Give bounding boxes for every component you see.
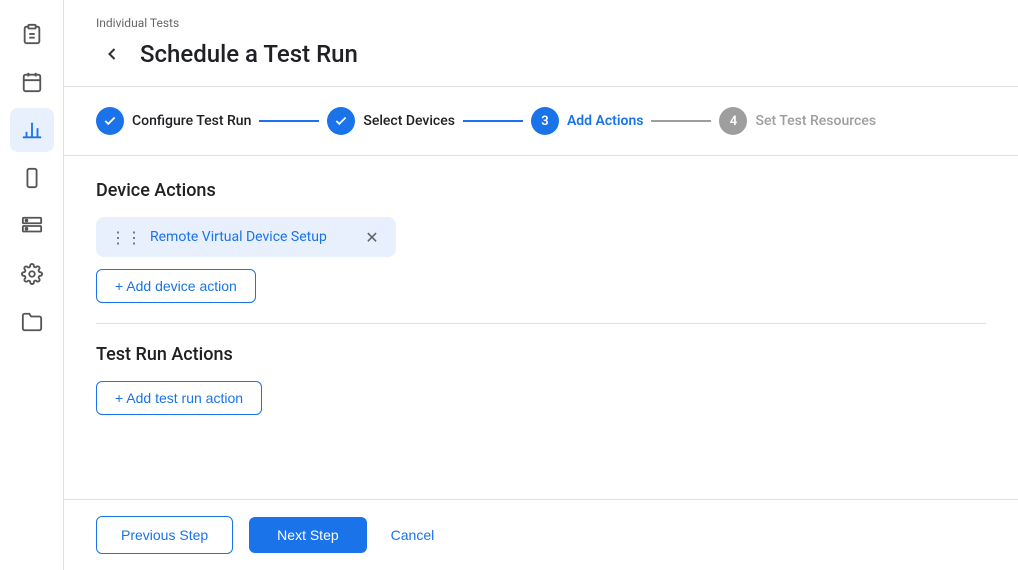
previous-step-button[interactable]: Previous Step bbox=[96, 516, 233, 554]
connector-3 bbox=[651, 120, 711, 122]
step-circle-set-test-resources: 4 bbox=[719, 107, 747, 135]
footer: Previous Step Next Step Cancel bbox=[64, 499, 1018, 570]
connector-2 bbox=[463, 120, 523, 122]
connector-1 bbox=[259, 120, 319, 122]
step-circle-configure bbox=[96, 107, 124, 135]
device-action-chip: ⋮⋮ Remote Virtual Device Setup ✕ bbox=[96, 217, 396, 257]
step-configure: Configure Test Run bbox=[96, 107, 251, 135]
section-divider bbox=[96, 323, 986, 324]
step-select-devices: Select Devices bbox=[327, 107, 455, 135]
device-actions-section: Device Actions ⋮⋮ Remote Virtual Device … bbox=[96, 180, 986, 311]
step-number-set-test-resources: 4 bbox=[730, 114, 737, 129]
sidebar-item-clipboard[interactable] bbox=[10, 12, 54, 56]
sidebar-item-server[interactable] bbox=[10, 204, 54, 248]
test-run-actions-title: Test Run Actions bbox=[96, 344, 986, 365]
drag-handle-icon[interactable]: ⋮⋮ bbox=[110, 228, 142, 247]
test-run-actions-section: Test Run Actions + Add test run action bbox=[96, 344, 986, 423]
step-set-test-resources: 4 Set Test Resources bbox=[719, 107, 876, 135]
device-actions-title: Device Actions bbox=[96, 180, 986, 201]
sidebar-item-folder[interactable] bbox=[10, 300, 54, 344]
sidebar bbox=[0, 0, 64, 570]
main-content: Individual Tests Schedule a Test Run Con… bbox=[64, 0, 1018, 570]
header: Individual Tests Schedule a Test Run bbox=[64, 0, 1018, 87]
step-label-select-devices: Select Devices bbox=[363, 113, 455, 129]
step-circle-add-actions: 3 bbox=[531, 107, 559, 135]
stepper: Configure Test Run Select Devices 3 Add … bbox=[64, 87, 1018, 156]
back-button[interactable] bbox=[96, 38, 128, 70]
content-area: Device Actions ⋮⋮ Remote Virtual Device … bbox=[64, 156, 1018, 499]
sidebar-item-phone[interactable] bbox=[10, 156, 54, 200]
step-label-configure: Configure Test Run bbox=[132, 113, 251, 129]
step-number-add-actions: 3 bbox=[541, 114, 548, 129]
breadcrumb: Individual Tests bbox=[96, 16, 986, 30]
add-device-action-button[interactable]: + Add device action bbox=[96, 269, 256, 303]
step-circle-select-devices bbox=[327, 107, 355, 135]
sidebar-item-settings[interactable] bbox=[10, 252, 54, 296]
add-test-run-action-button[interactable]: + Add test run action bbox=[96, 381, 262, 415]
next-step-button[interactable]: Next Step bbox=[249, 517, 366, 553]
step-add-actions: 3 Add Actions bbox=[531, 107, 644, 135]
chip-label: Remote Virtual Device Setup bbox=[150, 229, 354, 245]
step-label-set-test-resources: Set Test Resources bbox=[755, 113, 876, 129]
sidebar-item-chart[interactable] bbox=[10, 108, 54, 152]
cancel-button[interactable]: Cancel bbox=[383, 517, 443, 553]
page-title: Schedule a Test Run bbox=[140, 40, 358, 68]
step-label-add-actions: Add Actions bbox=[567, 113, 644, 129]
chip-close-button[interactable]: ✕ bbox=[362, 227, 382, 247]
sidebar-item-calendar[interactable] bbox=[10, 60, 54, 104]
